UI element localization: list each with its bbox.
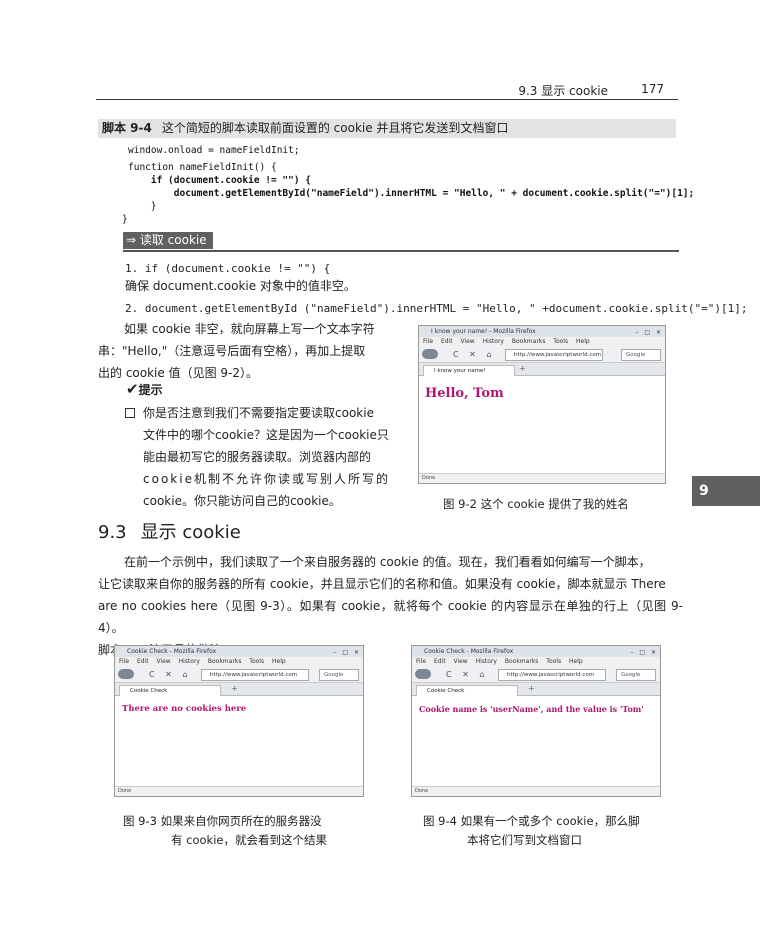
- window-title-bar: I know your name! - Mozilla Firefox – □ …: [419, 326, 665, 337]
- body-line: 如果 cookie 非空，就向屏幕上写一个文本字符: [124, 322, 375, 336]
- menu-bar: File Edit View History Bookmarks Tools H…: [419, 337, 665, 347]
- hello-text: Hello, Tom: [425, 386, 504, 401]
- tab-strip: I know your name! +: [419, 363, 665, 376]
- figure-9-4-browser-window: Cookie Check - Mozilla Firefox – □ ✕ Fil…: [411, 645, 661, 797]
- menu-bar: File Edit View History Bookmarks Tools H…: [115, 657, 363, 667]
- new-tab-icon: +: [519, 364, 526, 373]
- tip-title: 提示: [138, 383, 163, 397]
- code-line: }: [128, 201, 157, 212]
- code-line: if (document.cookie != "") {: [128, 175, 312, 186]
- section-title: 显示 cookie: [140, 522, 241, 543]
- caption-line: 图 9-4 如果有一个或多个 cookie，那么脚: [423, 814, 640, 828]
- divider: [123, 250, 679, 252]
- menu-bar: File Edit View History Bookmarks Tools H…: [412, 657, 660, 667]
- status-bar: Done: [115, 786, 363, 796]
- para-line: are no cookies here（见图 9-3）。如果有 cookie，就…: [98, 599, 683, 635]
- tab-strip: Cookie Check +: [412, 683, 660, 696]
- para-line: 在前一个示例中，我们读取了一个来自服务器的 cookie 的值。现在，我们看看如…: [124, 555, 651, 569]
- back-button-icon: [422, 349, 438, 359]
- code-listing: window.onload = nameFieldInit; function …: [122, 144, 695, 226]
- tip-line: 能由最初写它的服务器读取。浏览器内部的: [143, 450, 372, 464]
- cookie-name-text: Cookie name is 'userName', and the value…: [419, 704, 644, 714]
- step-1-desc: 确保 document.cookie 对象中的值非空。: [125, 279, 356, 293]
- url-field: http://www.javascriptworld.com: [201, 669, 309, 681]
- status-bar: Done: [412, 786, 660, 796]
- nav-buttons-icon: C ✕ ⌂: [446, 670, 489, 679]
- tip-line: 你是否注意到我们不需要指定要读取cookie: [143, 406, 374, 420]
- search-field: Google: [616, 669, 656, 681]
- window-title: Cookie Check - Mozilla Firefox: [424, 648, 514, 655]
- tip-line: cookie机制不允许你读或写别人所写的: [143, 472, 390, 486]
- page-content: There are no cookies here: [115, 696, 363, 776]
- browser-tab: I know your name!: [423, 365, 515, 376]
- code-line: }: [122, 214, 128, 225]
- window-title-bar: Cookie Check - Mozilla Firefox – □ ✕: [412, 646, 660, 657]
- code-line: document.getElementById("nameField").inn…: [128, 188, 695, 199]
- read-cookie-tag: ⇒ 读取 cookie: [123, 232, 213, 249]
- figure-9-4-caption: 图 9-4 如果有一个或多个 cookie，那么脚 本将它们写到文档窗口: [423, 812, 640, 850]
- figure-9-2-caption: 图 9-2 这个 cookie 提供了我的姓名: [443, 497, 629, 511]
- url-field: http://www.javascriptworld.com: [498, 669, 606, 681]
- page-content: Hello, Tom: [419, 376, 665, 468]
- window-controls-icon: – □ ✕: [630, 649, 658, 656]
- status-bar: Done: [419, 473, 665, 483]
- listing-label: 脚本 9-4: [102, 121, 152, 135]
- figure-9-3-browser-window: Cookie Check - Mozilla Firefox – □ ✕ Fil…: [114, 645, 364, 797]
- section-heading: 9.3 显示 cookie: [98, 518, 241, 544]
- listing-caption: 这个简短的脚本读取前面设置的 cookie 并且将它发送到文档窗口: [161, 121, 509, 135]
- back-button-icon: [415, 669, 431, 679]
- figure-9-2-browser-window: I know your name! - Mozilla Firefox – □ …: [418, 325, 666, 484]
- code-line: window.onload = nameFieldInit;: [128, 145, 300, 156]
- window-title: Cookie Check - Mozilla Firefox: [127, 648, 217, 655]
- browser-tab: Cookie Check: [416, 685, 518, 696]
- nav-bar: C ✕ ⌂ http://www.javascriptworld.com Goo…: [412, 667, 660, 683]
- new-tab-icon: +: [528, 684, 535, 693]
- window-title-bar: Cookie Check - Mozilla Firefox – □ ✕: [115, 646, 363, 657]
- search-field: Google: [621, 349, 661, 361]
- caption-line: 本将它们写到文档窗口: [467, 833, 582, 847]
- step-1-code: 1. if (document.cookie != "") {: [125, 262, 331, 275]
- tip-body: 你是否注意到我们不需要指定要读取cookie 文件中的哪个cookie？这是因为…: [143, 402, 401, 512]
- step-2-code: 2. document.getElementById ("nameField")…: [125, 302, 748, 315]
- window-controls-icon: – □ ✕: [333, 649, 361, 656]
- nav-buttons-icon: C ✕ ⌂: [149, 670, 192, 679]
- nav-bar: C ✕ ⌂ http://www.javascriptworld.com Goo…: [419, 347, 665, 363]
- body-paragraph: 如果 cookie 非空，就向屏幕上写一个文本字符 串："Hello,"（注意逗…: [98, 318, 398, 384]
- figure-9-3-caption: 图 9-3 如果来自你网页所在的服务器没 有 cookie，就会看到这个结果: [123, 812, 327, 850]
- url-field: http://www.javascriptworld.com: [505, 349, 603, 361]
- browser-tab: Cookie Check: [119, 685, 221, 696]
- back-button-icon: [118, 669, 134, 679]
- checkbox-bullet-icon: [125, 408, 135, 418]
- caption-line: 图 9-3 如果来自你网页所在的服务器没: [123, 814, 322, 828]
- code-line: function nameFieldInit() {: [128, 162, 277, 173]
- running-header: 9.3 显示 cookie 177: [96, 82, 678, 100]
- nav-bar: C ✕ ⌂ http://www.javascriptworld.com Goo…: [115, 667, 363, 683]
- tip-heading: ✔提示: [126, 380, 163, 398]
- tip-line: 文件中的哪个cookie？这是因为一个cookie只: [143, 428, 389, 442]
- listing-caption-bar: 脚本 9-4 这个简短的脚本读取前面设置的 cookie 并且将它发送到文档窗口: [98, 119, 676, 138]
- tip-line: cookie。你只能访问自己的cookie。: [143, 494, 341, 508]
- section-number: 9.3: [98, 522, 127, 543]
- tab-strip: Cookie Check +: [115, 683, 363, 696]
- no-cookies-text: There are no cookies here: [122, 704, 247, 714]
- new-tab-icon: +: [231, 684, 238, 693]
- check-icon: ✔: [126, 380, 139, 398]
- nav-buttons-icon: C ✕ ⌂: [453, 350, 496, 359]
- window-controls-icon: – □ ✕: [635, 329, 663, 336]
- chapter-tab: 9: [692, 476, 760, 506]
- page-content: Cookie name is 'userName', and the value…: [412, 696, 660, 776]
- window-title: I know your name! - Mozilla Firefox: [431, 328, 536, 335]
- para-line: 让它读取来自你的服务器的所有 cookie，并且显示它们的名称和值。如果没有 c…: [98, 577, 666, 591]
- body-line: 串："Hello,"（注意逗号后面有空格），再加上提取: [98, 344, 366, 358]
- page-number: 177: [641, 82, 664, 96]
- caption-line: 有 cookie，就会看到这个结果: [171, 833, 327, 847]
- search-field: Google: [319, 669, 359, 681]
- header-section: 9.3 显示 cookie: [518, 84, 608, 98]
